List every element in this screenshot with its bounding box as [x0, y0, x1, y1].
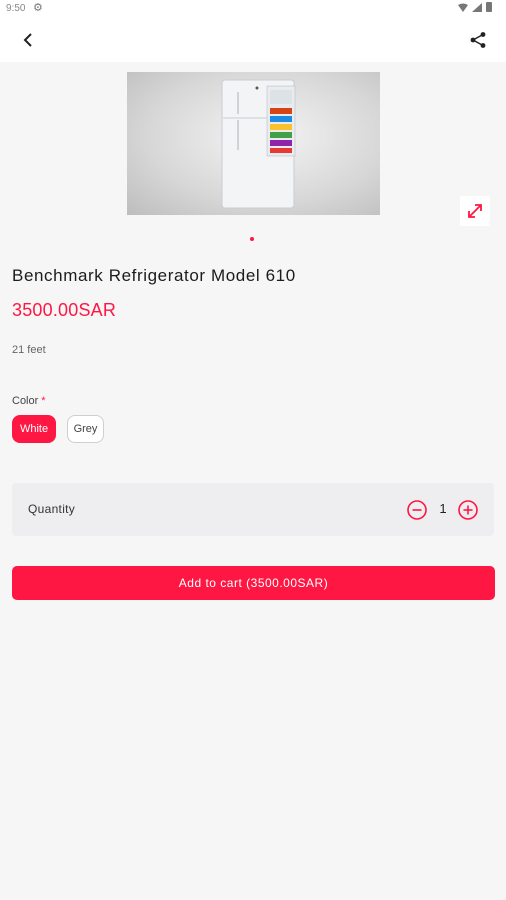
color-option-grey[interactable]: Grey [67, 415, 104, 443]
product-price: 3500.00SAR [12, 300, 117, 320]
color-label: Color * [12, 395, 46, 407]
product-description: 21 feet [12, 344, 46, 356]
app-bar [0, 18, 506, 62]
share-icon[interactable] [468, 30, 488, 50]
product-image[interactable] [127, 72, 380, 215]
status-time: 9:50 [6, 3, 26, 14]
signal-icon [472, 2, 482, 12]
status-bar: 9:50 ⚙ [0, 0, 506, 18]
product-title: Benchmark Refrigerator Model 610 [12, 266, 296, 285]
status-icons [458, 2, 492, 12]
gear-icon: ⚙ [33, 2, 43, 14]
color-label-text: Color [12, 395, 39, 407]
battery-icon [486, 2, 492, 12]
refrigerator-image [221, 79, 296, 209]
required-mark: * [41, 395, 46, 407]
quantity-value: 1 [439, 501, 447, 516]
gallery-indicator-dot[interactable] [250, 237, 254, 241]
product-gallery[interactable] [0, 62, 506, 242]
quantity-label: Quantity [28, 502, 76, 516]
quantity-box: Quantity 1 [12, 483, 494, 536]
plus-circle-icon[interactable] [457, 499, 479, 521]
wifi-icon [458, 3, 468, 12]
expand-icon[interactable] [460, 196, 490, 226]
minus-circle-icon[interactable] [406, 499, 428, 521]
color-option-white[interactable]: White [12, 415, 56, 443]
add-to-cart-button[interactable]: Add to cart (3500.00SAR) [12, 566, 495, 600]
back-arrow-icon[interactable] [18, 30, 38, 50]
